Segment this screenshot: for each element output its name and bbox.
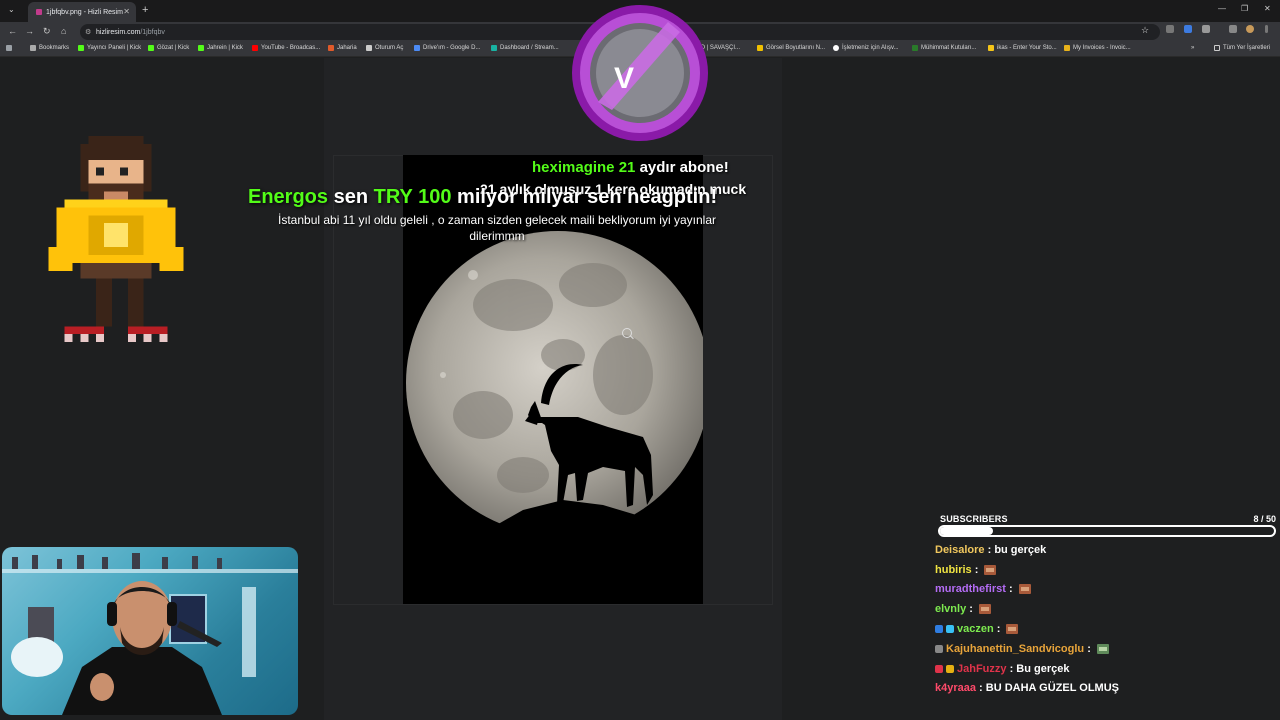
webcam-feed xyxy=(2,547,298,715)
tip-alert-username: Energos xyxy=(248,186,329,208)
chat-badge-icon xyxy=(935,644,943,653)
tip-alert: Energos sen TRY 100 milyor milyar sen ne… xyxy=(248,186,717,209)
chat-badge-icon xyxy=(935,664,943,673)
chat-badge-icon xyxy=(946,664,954,673)
chat-badge-icon xyxy=(946,625,954,634)
tip-alert-word: sen xyxy=(333,186,369,208)
chat-message: elvnly : xyxy=(935,599,1275,619)
channel-logo: V xyxy=(572,5,708,141)
bookmark-item[interactable]: Gözat | Kick xyxy=(148,45,189,51)
chat-text: BU DAHA GÜZEL OLMUŞ xyxy=(985,682,1120,695)
home-icon[interactable]: ⌂ xyxy=(61,26,66,36)
new-tab-button[interactable]: + xyxy=(142,4,148,16)
tip-alert-currency: TRY xyxy=(373,186,413,208)
tab-title: 1jbfqbv.png - Hizli Resim xyxy=(46,8,123,16)
chat-emote-icon xyxy=(1006,624,1019,635)
chat-text: bu gerçek xyxy=(994,543,1047,556)
chat-username: hubiris xyxy=(935,563,972,576)
bookmark-star-icon[interactable]: ☆ xyxy=(1141,25,1149,36)
profile-avatar[interactable] xyxy=(1246,25,1254,33)
url-host: hizliresim.com xyxy=(96,28,141,36)
chat-username: k4yraaa xyxy=(935,682,976,695)
sub-alert-text: aydır abone! xyxy=(639,159,729,176)
bookmark-item[interactable]: Drive'ım - Google D... xyxy=(414,45,481,51)
chat-message: Deisalore : bu gerçek xyxy=(935,540,1275,560)
chat-username: Kajuhanettin_Sandvicoglu xyxy=(946,642,1085,655)
subscriber-goal-bar xyxy=(938,525,1276,537)
chat-separator: : xyxy=(1006,662,1017,675)
chat-text: Bu gerçek xyxy=(1016,662,1070,675)
chat-emote-icon xyxy=(1096,643,1109,654)
chat-message: JahFuzzy : Bu gerçek xyxy=(935,659,1275,679)
chat-emote-icon xyxy=(1018,584,1031,595)
bookmark-item[interactable]: ikas - Enter Your Sto... xyxy=(988,45,1057,51)
bookmark-item[interactable]: Mühimmat Kutuları... xyxy=(912,45,976,51)
chat-separator: : xyxy=(966,603,976,616)
chat-message: hubiris : xyxy=(935,560,1275,580)
back-icon[interactable]: ← xyxy=(8,26,17,36)
chat-badge-icon xyxy=(935,625,943,634)
bookmark-item[interactable]: Bookmarks xyxy=(30,45,69,51)
subscriber-goal-label: SUBSCRIBERS xyxy=(940,514,1008,524)
site-info-icon[interactable]: ⚙ xyxy=(85,28,91,36)
extension-icon[interactable] xyxy=(1184,25,1192,33)
browser-tab[interactable]: 1jbfqbv.png - Hizli Resim ✕ xyxy=(28,2,136,22)
chat-overlay: Deisalore : bu gerçek hubiris : muradthef… xyxy=(935,540,1275,698)
pixel-art-character xyxy=(48,136,184,343)
bookmark-item[interactable]: Jahrein | Kick xyxy=(198,45,243,51)
webcam-scene xyxy=(2,553,298,715)
downloads-icon[interactable] xyxy=(1229,25,1237,33)
chat-message: vaczen : xyxy=(935,619,1275,639)
chat-message: Kajuhanettin_Sandvicoglu : xyxy=(935,639,1275,659)
site-favicon-icon xyxy=(36,9,42,15)
chat-username: Deisalore xyxy=(935,543,985,556)
zoom-in-icon[interactable] xyxy=(622,328,632,338)
chat-username: elvnly xyxy=(935,603,967,616)
chat-separator: : xyxy=(976,682,986,695)
chat-separator: : xyxy=(971,563,982,576)
bookmark-item[interactable]: Dashboard / Stream... xyxy=(491,45,559,51)
bookmark-item[interactable]: Görsel Boyutlarını N... xyxy=(757,45,825,51)
chat-username: muradthefirst xyxy=(935,583,1006,596)
tip-alert-message: İstanbul abi 11 yıl oldu geleli , o zama… xyxy=(278,213,716,243)
chat-message: k4yraaa : BU DAHA GÜZEL OLMUŞ xyxy=(935,679,1275,699)
reload-icon[interactable]: ↻ xyxy=(43,26,51,37)
chat-separator: : xyxy=(993,623,1004,636)
chat-emote-icon xyxy=(978,604,991,615)
chat-username: vaczen xyxy=(957,623,994,636)
url-path: /1jbfqbv xyxy=(140,28,165,36)
minimize-button[interactable]: — xyxy=(1218,4,1226,13)
bookmark-item[interactable]: Jaharia xyxy=(328,45,357,51)
close-window-button[interactable]: ✕ xyxy=(1264,4,1271,13)
sub-alert-months: 21 xyxy=(618,159,636,176)
subscription-alert: heximagine 21 aydır abone! xyxy=(532,159,729,176)
bookmark-item[interactable]: Yayıncı Paneli | Kick xyxy=(78,45,141,51)
apps-grid-icon[interactable] xyxy=(6,45,15,51)
forward-icon[interactable]: → xyxy=(25,26,34,36)
chat-separator: : xyxy=(984,543,995,556)
tip-alert-text: milyor milyar sen neagptin! xyxy=(457,186,718,208)
tip-alert-amount: 100 xyxy=(418,186,452,208)
extensions-puzzle-icon[interactable] xyxy=(1202,25,1210,33)
logo-letter: V xyxy=(614,62,634,95)
chat-separator: : xyxy=(1084,642,1094,655)
chat-username: JahFuzzy xyxy=(957,662,1007,675)
maximize-button[interactable]: ❐ xyxy=(1241,4,1248,13)
bookmark-item[interactable]: İşletmeniz için Alışv... xyxy=(833,45,899,51)
bookmark-item[interactable]: YouTube - Broadcas... xyxy=(252,45,320,51)
bookmark-item[interactable]: My Invoices - Invoic... xyxy=(1064,45,1131,51)
sub-alert-username: heximagine xyxy=(532,159,615,176)
browser-menu-icon[interactable] xyxy=(1265,25,1268,33)
tab-search-icon[interactable]: ⌄ xyxy=(8,5,15,14)
chat-emote-icon xyxy=(984,564,997,575)
tab-close-icon[interactable]: ✕ xyxy=(123,7,130,16)
bookmarks-overflow-icon[interactable]: » xyxy=(1191,45,1194,51)
chat-separator: : xyxy=(1005,583,1016,596)
subscriber-goal-fill xyxy=(940,527,994,535)
extension-icon[interactable] xyxy=(1166,25,1174,33)
subscriber-goal-count: 8 / 50 xyxy=(1253,514,1276,524)
all-bookmarks-folder[interactable]: Tüm Yer İşaretleri xyxy=(1214,45,1270,51)
chat-message: muradthefirst : xyxy=(935,580,1275,600)
bookmark-item[interactable]: Oturum Aç xyxy=(366,45,403,51)
